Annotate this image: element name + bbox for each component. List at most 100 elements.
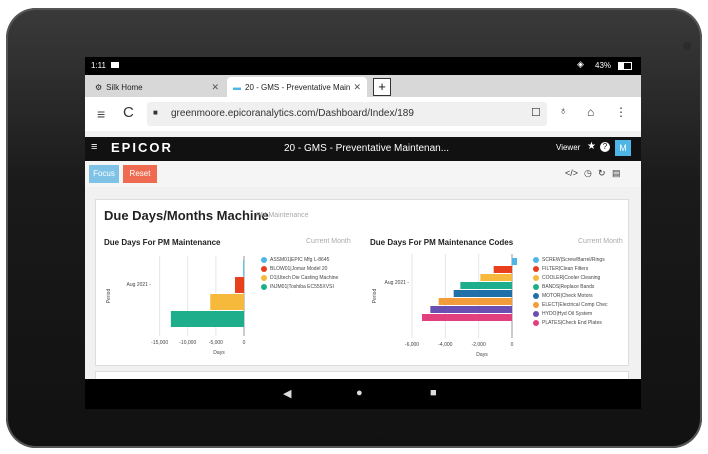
page-title: 20 - GMS - Preventative Maintenan... bbox=[284, 143, 450, 154]
bar bbox=[235, 277, 244, 293]
mail-icon bbox=[111, 62, 119, 68]
recents-icon[interactable]: ■ bbox=[430, 387, 437, 399]
legend-item[interactable]: ELECT|Electrical Comp Chec bbox=[533, 300, 625, 309]
back-icon[interactable]: ◀ bbox=[283, 387, 291, 400]
chart1-title: Due Days For PM Maintenance bbox=[104, 238, 221, 247]
battery-icon bbox=[618, 62, 632, 70]
legend-label: PLATES|Check End Plates bbox=[542, 319, 602, 326]
legend-swatch bbox=[533, 310, 539, 317]
status-bar: 1:11 ◈ 43% bbox=[85, 57, 641, 75]
clock-icon[interactable]: ◷ bbox=[584, 168, 592, 179]
help-icon[interactable]: ? bbox=[600, 142, 610, 152]
tab-label: 20 - GMS - Preventative Main bbox=[245, 82, 351, 92]
legend-label: D1|Utech Die Casting Machine bbox=[270, 274, 339, 281]
star-icon[interactable]: ★ bbox=[587, 141, 596, 152]
bar bbox=[480, 274, 512, 281]
bookmark-icon[interactable]: ☐ bbox=[531, 106, 541, 119]
x-tick-label: -2,000 bbox=[472, 342, 486, 348]
viewer-label: Viewer bbox=[556, 143, 581, 152]
legend-item[interactable]: FILTER|Clean Filters bbox=[533, 264, 625, 273]
legend-label: BANDS|Replace Bands bbox=[542, 283, 595, 290]
legend-label: ELECT|Electrical Comp Chec bbox=[542, 301, 608, 308]
home-circle-icon[interactable]: ● bbox=[356, 387, 363, 399]
legend-item[interactable]: COOLER|Cooler Cleaning bbox=[533, 273, 625, 282]
bar bbox=[170, 311, 244, 327]
legend-swatch bbox=[533, 283, 539, 290]
chart-panel: Due Days/Months Machine PM Maintenance D… bbox=[95, 199, 629, 366]
bar bbox=[210, 294, 244, 310]
x-tick-label: -5,000 bbox=[209, 340, 223, 346]
legend-label: HYDO|Hyd Oil System bbox=[542, 310, 593, 317]
legend-swatch bbox=[261, 283, 267, 290]
legend-item[interactable]: HYDO|Hyd Oil System bbox=[533, 309, 625, 318]
home-icon[interactable]: ⌂ bbox=[587, 105, 594, 119]
avatar[interactable]: M bbox=[615, 140, 631, 156]
browser-tab-strip: ⚙ Silk Home ✕ ▬ 20 - GMS - Preventative … bbox=[85, 75, 641, 97]
close-icon[interactable]: ✕ bbox=[211, 82, 219, 93]
gear-icon: ⚙ bbox=[95, 82, 103, 92]
tab-dashboard[interactable]: ▬ 20 - GMS - Preventative Main ✕ bbox=[227, 77, 367, 97]
x-tick-label: -6,000 bbox=[405, 342, 419, 348]
legend-item[interactable]: BLOW01|Jomar Model 20 bbox=[261, 264, 351, 273]
x-axis-label: Days bbox=[213, 350, 225, 356]
wifi-icon: ◈ bbox=[577, 59, 584, 69]
x-axis-label: Days bbox=[476, 352, 488, 358]
legend-item[interactable]: INJM01|Toshiba EC555XVSI bbox=[261, 282, 351, 291]
lock-icon: ■ bbox=[153, 108, 158, 117]
hamburger-icon[interactable]: ≡ bbox=[91, 141, 97, 153]
legend-swatch bbox=[533, 301, 539, 308]
page-icon: ▬ bbox=[233, 82, 241, 92]
status-time: 1:11 bbox=[91, 61, 106, 70]
more-icon[interactable]: ⋮ bbox=[615, 105, 627, 119]
y-tick-label: Aug 2021 - bbox=[385, 280, 410, 286]
legend-swatch bbox=[533, 292, 539, 299]
close-icon[interactable]: ✕ bbox=[353, 82, 361, 93]
url-text: greenmoore.epicoranalytics.com/Dashboard… bbox=[171, 108, 414, 119]
legend-swatch bbox=[261, 265, 267, 272]
legend-label: COOLER|Cooler Cleaning bbox=[542, 274, 601, 281]
legend-item[interactable]: D1|Utech Die Casting Machine bbox=[261, 273, 351, 282]
tab-silk-home[interactable]: ⚙ Silk Home ✕ bbox=[89, 77, 225, 97]
legend-item[interactable]: PLATES|Check End Plates bbox=[533, 318, 625, 327]
print-icon[interactable]: ▤ bbox=[612, 168, 621, 179]
legend-label: MOTOR|Check Motors bbox=[542, 292, 593, 299]
x-tick-label: -4,000 bbox=[438, 342, 452, 348]
bar bbox=[493, 266, 512, 273]
dashboard-toolbar: Focus Reset </> ◷ ↻ ▤ bbox=[85, 161, 641, 187]
new-tab-button[interactable]: + bbox=[373, 78, 391, 96]
legend-item[interactable]: BANDS|Replace Bands bbox=[533, 282, 625, 291]
bar bbox=[430, 306, 512, 313]
x-tick-label: -15,000 bbox=[151, 340, 168, 346]
x-tick-label: 0 bbox=[511, 342, 514, 348]
x-tick-label: 0 bbox=[243, 340, 246, 346]
legend-label: SCREW|Screw/Barrel/Rings bbox=[542, 256, 605, 263]
refresh-icon[interactable]: ↻ bbox=[598, 168, 606, 179]
reload-icon[interactable]: C bbox=[123, 104, 134, 121]
mic-icon[interactable]: ♁ bbox=[559, 105, 567, 117]
url-field[interactable]: ■ greenmoore.epicoranalytics.com/Dashboa… bbox=[147, 102, 547, 126]
battery-percent: 43% bbox=[595, 61, 612, 70]
android-nav-bar: ◀ ● ■ bbox=[85, 379, 641, 409]
legend-item[interactable]: SCREW|Screw/Barrel/Rings bbox=[533, 255, 625, 264]
legend-item[interactable]: MOTOR|Check Motors bbox=[533, 291, 625, 300]
y-axis-label: Period bbox=[106, 289, 112, 304]
focus-button[interactable]: Focus bbox=[89, 165, 119, 183]
legend-item[interactable]: ASSM01|EPIC Mfg L-8645 bbox=[261, 255, 351, 264]
chart2-title: Due Days For PM Maintenance Codes bbox=[370, 238, 514, 247]
bar bbox=[453, 290, 512, 297]
reset-button[interactable]: Reset bbox=[123, 165, 157, 183]
app-header: ≡ EPICOR 20 - GMS - Preventative Mainten… bbox=[85, 137, 641, 161]
bar bbox=[438, 298, 512, 305]
legend-swatch bbox=[261, 256, 267, 263]
chart2-subtitle: Current Month bbox=[578, 238, 623, 245]
bar bbox=[512, 258, 517, 265]
legend-label: INJM01|Toshiba EC555XVSI bbox=[270, 283, 334, 290]
y-tick-label: Aug 2021 - bbox=[127, 282, 152, 288]
camera-icon bbox=[683, 42, 691, 50]
code-icon[interactable]: </> bbox=[565, 168, 578, 178]
chart1-legend: ASSM01|EPIC Mfg L-8645 BLOW01|Jomar Model… bbox=[261, 255, 351, 291]
tab-label: Silk Home bbox=[106, 82, 143, 92]
chart1-subtitle: Current Month bbox=[306, 238, 351, 245]
bar bbox=[460, 282, 512, 289]
menu-icon[interactable]: ≡ bbox=[97, 106, 105, 122]
